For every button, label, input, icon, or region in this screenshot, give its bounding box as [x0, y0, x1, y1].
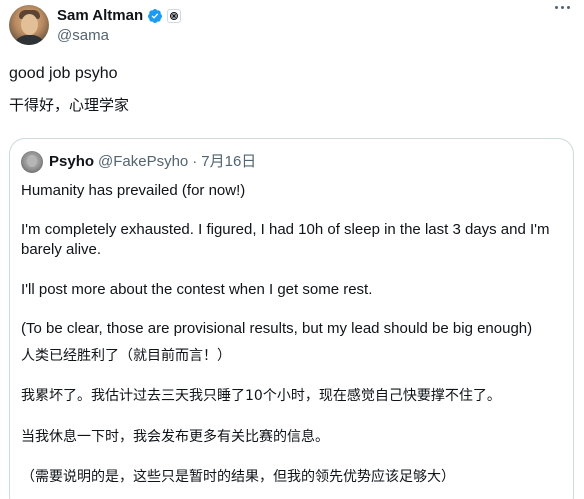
quoted-author-avatar[interactable] [21, 151, 43, 173]
verified-badge-icon [148, 9, 163, 23]
tweet: Sam Altman @sama good job psyho 干得好，心理学家… [0, 0, 584, 499]
quoted-tweet-card[interactable]: Psyho @FakePsyho · 7月16日 Humanity has pr… [9, 138, 574, 499]
quoted-paragraph: 人类已经胜利了（就目前而言！） [21, 348, 231, 364]
tweet-text-line-1: good job psyho [9, 65, 118, 82]
header-separator: · [192, 153, 198, 170]
author-handle[interactable]: @sama [57, 27, 109, 45]
quoted-paragraph: I'm completely exhausted. I figured, I h… [21, 221, 550, 238]
author-display-name[interactable]: Sam Altman [57, 6, 143, 26]
quoted-paragraph: 当我休息一下时，我会发布更多有关比赛的信息。 [21, 429, 329, 445]
quoted-paragraph: （需要说明的是，这些只是暂时的结果，但我的领先优势应该足够大） [21, 469, 455, 485]
quoted-paragraph: 我累坏了。我估计过去三天我只睡了10个小时，现在感觉自己快要撑不住了。 [21, 388, 501, 404]
quoted-tweet-header: Psyho @FakePsyho · 7月16日 [49, 153, 256, 171]
quoted-paragraph: barely alive. [21, 241, 102, 258]
author-name-row: Sam Altman [57, 6, 182, 26]
tweet-text-line-2: 干得好，心理学家 [9, 96, 130, 114]
author-avatar[interactable] [9, 5, 49, 45]
quoted-paragraph: (To be clear, those are provisional resu… [21, 320, 533, 337]
affiliation-badge-icon[interactable] [167, 9, 182, 23]
quoted-author-display-name[interactable]: Psyho [49, 153, 94, 171]
more-options-icon[interactable] [555, 6, 570, 9]
quoted-tweet-date[interactable]: 7月16日 [201, 153, 256, 171]
quoted-paragraph: Humanity has prevailed (for now!) [21, 182, 246, 199]
quoted-paragraph: I'll post more about the contest when I … [21, 281, 373, 298]
quoted-author-handle[interactable]: @FakePsyho [98, 153, 188, 171]
